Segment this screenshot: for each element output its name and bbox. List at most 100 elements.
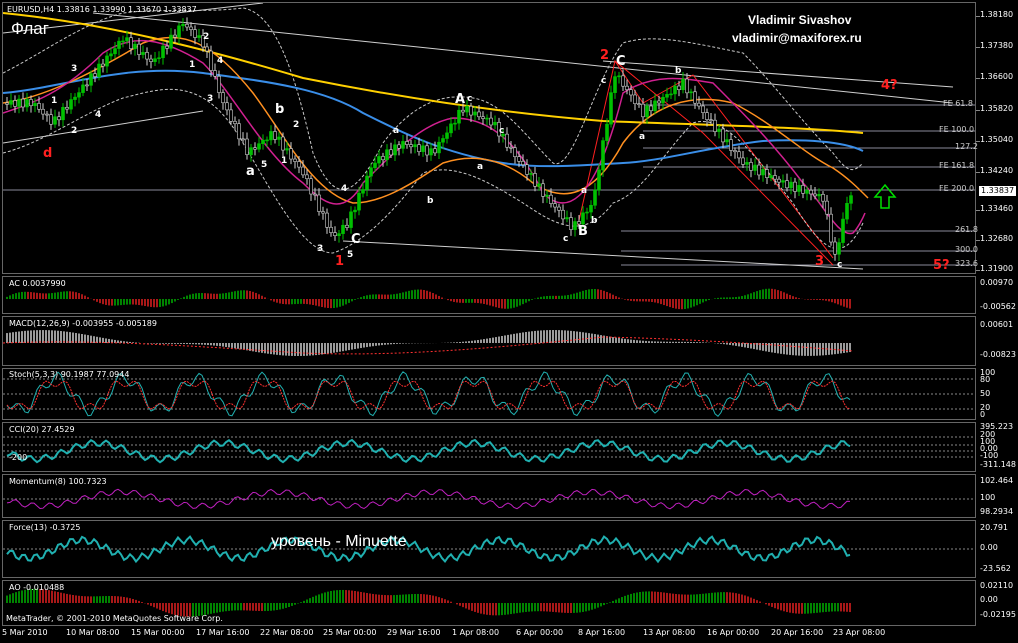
candle [337, 230, 341, 243]
time-label: 16 Apr 00:00 [707, 628, 760, 637]
wave-C-label: C [616, 54, 626, 69]
macd-indicator-pane[interactable]: MACD(12,26,9) -0.003955 -0.005189 [2, 316, 976, 366]
candle [261, 134, 265, 150]
candle [321, 206, 325, 220]
candle [317, 188, 321, 216]
candle [29, 95, 33, 113]
time-label: 29 Mar 16:00 [387, 628, 441, 637]
candle [325, 208, 329, 234]
candle [181, 18, 185, 32]
copyright-text: MetaTrader, © 2001-2010 MetaQuotes Softw… [6, 614, 223, 623]
candle [233, 116, 237, 131]
price-chart-pane[interactable]: 1 2 3 4? 5? d A B C C a b 3412 2134 5123… [2, 2, 978, 274]
candle [221, 89, 225, 110]
svg-text:1: 1 [51, 96, 57, 106]
candle [561, 204, 565, 225]
price-tick: 1.33460 [980, 204, 1014, 213]
candle [473, 106, 477, 121]
svg-text:4: 4 [95, 110, 101, 120]
candle [405, 134, 409, 149]
price-tick: 1.32680 [980, 234, 1014, 243]
candle [25, 92, 29, 112]
chart-watermark-title: Флаг [11, 19, 49, 38]
svg-text:2: 2 [293, 120, 299, 130]
stochastic-indicator-pane[interactable]: Stoch(5,3,3) 90.1987 77.0944 [2, 368, 976, 420]
candle [77, 87, 81, 104]
ao-indicator-pane[interactable]: AO -0.010488 MetaTrader, © 2001-2010 Met… [2, 580, 976, 626]
cci-indicator-pane[interactable]: CCI(20) 27.4529 -200 [2, 422, 976, 472]
ac-indicator-pane[interactable]: AC 0.0037990 [2, 276, 976, 314]
candle [225, 96, 229, 116]
wave-3-label: 3 [815, 254, 824, 269]
candle [53, 109, 57, 128]
candle [713, 113, 717, 137]
candle [661, 93, 665, 110]
candle [841, 212, 845, 248]
macd-axis: 0.00601 -0.00823 [976, 316, 1018, 366]
cci-line [3, 436, 975, 464]
candle [829, 207, 833, 246]
ac-title: AC 0.0037990 [9, 279, 66, 288]
candle [57, 111, 61, 127]
force-scale: 20.791 [980, 523, 1008, 532]
candle [197, 28, 201, 42]
momentum-indicator-pane[interactable]: Momentum(8) 100.7323 [2, 474, 976, 518]
candle [229, 103, 233, 126]
svg-text:b: b [591, 216, 598, 226]
candle [277, 132, 281, 147]
svg-text:2: 2 [71, 126, 77, 136]
orange-ma-line [3, 36, 869, 204]
wave-A-label: A [455, 92, 465, 107]
ao-scale: 0.02110 [980, 581, 1014, 590]
candle [205, 43, 209, 58]
candlesticks [5, 17, 853, 262]
force-title: Force(13) -0.3725 [9, 523, 81, 532]
candle [585, 207, 589, 220]
candle [689, 88, 693, 100]
wave-d-label: d [43, 146, 52, 161]
candle [777, 176, 781, 190]
candle [789, 177, 793, 195]
candle [409, 139, 413, 154]
fib-label: 323.6 [955, 259, 978, 268]
force-line [3, 535, 975, 564]
candle [269, 125, 273, 146]
fib-label: 261.8 [955, 225, 978, 234]
ac-scale-max: 0.00970 [980, 278, 1014, 287]
price-tick: 1.31900 [980, 264, 1014, 273]
time-label: 5 Mar 2010 [2, 628, 48, 637]
candle [749, 158, 753, 178]
candle [733, 147, 737, 159]
price-tick: 1.35040 [980, 135, 1014, 144]
time-label: 20 Apr 16:00 [771, 628, 824, 637]
candle [349, 206, 353, 234]
candle [173, 29, 177, 43]
candle [169, 28, 173, 52]
cci-scale: -100 [980, 451, 999, 460]
svg-text:c: c [467, 94, 472, 104]
wave-5-label: 5? [933, 258, 950, 273]
wave-4-label: 4? [881, 78, 898, 93]
svg-text:a: a [639, 132, 645, 142]
candle [333, 226, 337, 241]
force-indicator-pane[interactable]: Force(13) -0.3725 уровень - Minuette [2, 520, 976, 578]
candle [117, 37, 121, 56]
price-tick: 1.36600 [980, 72, 1014, 81]
candle [809, 184, 813, 201]
candle [685, 72, 689, 99]
candle [433, 141, 437, 157]
svg-text:a: a [477, 162, 483, 172]
candle [505, 127, 509, 152]
cci-axis: 395.223 200 100 0.00 -100 -311.148 [976, 422, 1018, 472]
candle [625, 79, 629, 95]
wave-2-label: 2 [600, 48, 609, 63]
candle [725, 132, 729, 146]
candle [241, 132, 245, 144]
svg-text:5: 5 [347, 250, 353, 260]
candle [113, 41, 117, 59]
candle [5, 96, 9, 110]
cci-inner-label: -200 [9, 453, 28, 462]
svg-text:a: a [581, 186, 587, 196]
time-label: 22 Mar 08:00 [260, 628, 314, 637]
candle [153, 51, 157, 67]
